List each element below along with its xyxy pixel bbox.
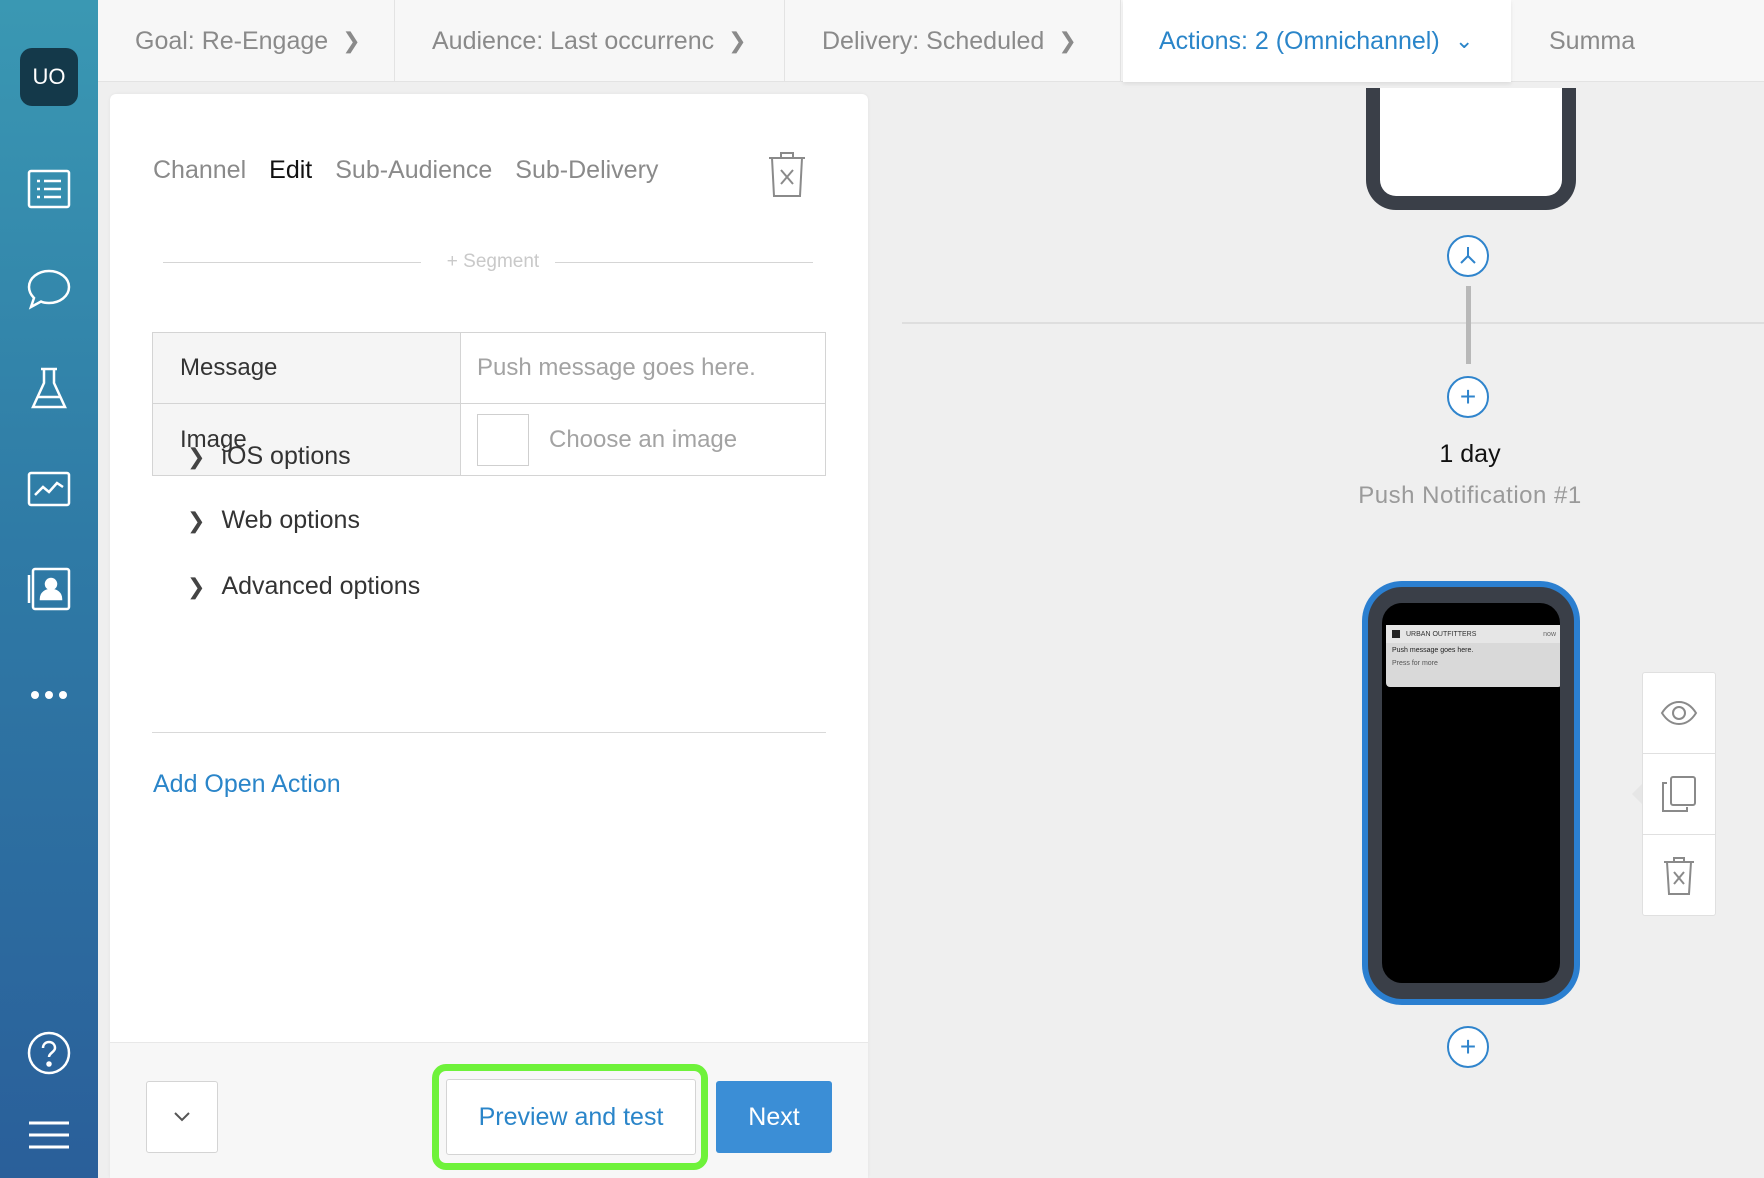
- flask-icon[interactable]: [22, 362, 76, 416]
- subtab-channel[interactable]: Channel: [153, 156, 246, 185]
- chat-bubble-icon[interactable]: [22, 262, 76, 316]
- notif-brand: URBAN OUTFITTERS: [1406, 630, 1477, 638]
- subtab-sub-audience[interactable]: Sub-Audience: [335, 156, 492, 185]
- preview-and-test-button[interactable]: Preview and test: [446, 1079, 696, 1155]
- web-options-toggle[interactable]: ❯ Web options: [187, 506, 360, 535]
- push-notification-preview: URBAN OUTFITTERS now Push message goes h…: [1386, 625, 1560, 687]
- panel-footer: Preview and test Next: [110, 1042, 868, 1178]
- message-label: Message: [153, 333, 461, 403]
- step-tools: [1642, 672, 1716, 916]
- tools-caret: [1632, 784, 1642, 804]
- image-placeholder: Choose an image: [549, 425, 738, 453]
- advanced-options-toggle[interactable]: ❯ Advanced options: [187, 572, 420, 601]
- step-tabs: Goal: Re-Engage ❯ Audience: Last occurre…: [98, 0, 1764, 82]
- notif-message: Push message goes here.: [1392, 647, 1474, 654]
- subtab-sub-delivery[interactable]: Sub-Delivery: [515, 156, 658, 185]
- notification-name: Push Notification #1: [1358, 482, 1582, 509]
- message-row: Message Push message goes here.: [152, 332, 826, 404]
- list-icon[interactable]: [22, 162, 76, 216]
- more-dots-icon[interactable]: [22, 668, 76, 722]
- delete-trash-icon[interactable]: [767, 150, 807, 198]
- advanced-options-label: Advanced options: [221, 572, 421, 600]
- edit-panel: Channel Edit Sub-Audience Sub-Delivery +…: [110, 94, 868, 1178]
- chevron-down-icon: ⌄: [1455, 28, 1474, 53]
- image-thumbnail[interactable]: [477, 413, 529, 466]
- more-actions-dropdown[interactable]: [146, 1081, 218, 1153]
- web-options-label: Web options: [221, 506, 360, 534]
- phone-screen: URBAN OUTFITTERS now Push message goes h…: [1382, 603, 1560, 983]
- tab-summary[interactable]: Summa: [1511, 0, 1764, 82]
- image-picker[interactable]: Choose an image: [461, 404, 825, 475]
- chevron-right-icon: ❯: [728, 28, 747, 53]
- chart-icon[interactable]: [22, 462, 76, 516]
- tab-actions-label: Actions: 2 (Omnichannel): [1159, 26, 1439, 55]
- chevron-right-icon: ❯: [1058, 28, 1077, 53]
- previous-phone-preview[interactable]: [1366, 88, 1576, 210]
- canvas-divider: [902, 322, 1764, 324]
- trash-icon[interactable]: [1643, 835, 1715, 916]
- delay-label: 1 day: [1439, 440, 1501, 468]
- tab-actions[interactable]: Actions: 2 (Omnichannel) ⌄: [1123, 0, 1511, 82]
- avatar[interactable]: UO: [20, 48, 78, 106]
- chevron-down-icon: [174, 1112, 190, 1122]
- segment-divider: + Segment: [163, 251, 813, 275]
- chevron-right-icon: ❯: [187, 443, 206, 469]
- chevron-right-icon: ❯: [342, 28, 361, 53]
- help-icon[interactable]: [22, 1026, 76, 1080]
- add-step-icon[interactable]: +: [1447, 1026, 1489, 1068]
- add-step-icon[interactable]: +: [1447, 376, 1489, 418]
- ios-options-toggle[interactable]: ❯ iOS options: [187, 442, 351, 471]
- add-segment-link[interactable]: + Segment: [433, 251, 553, 273]
- tab-summary-label: Summa: [1549, 26, 1636, 55]
- message-input[interactable]: Push message goes here.: [461, 333, 825, 403]
- app-logo-icon: [1392, 630, 1400, 638]
- add-open-action-link[interactable]: Add Open Action: [153, 770, 341, 799]
- copy-icon[interactable]: [1643, 754, 1715, 835]
- ios-options-label: iOS options: [221, 442, 351, 470]
- divider: [152, 732, 826, 733]
- tab-goal[interactable]: Goal: Re-Engage ❯: [98, 0, 395, 82]
- notif-more: Press for more: [1392, 660, 1438, 667]
- subtab-edit[interactable]: Edit: [269, 156, 312, 185]
- tab-goal-label: Goal: Re-Engage: [135, 26, 329, 55]
- connector-line: [1466, 286, 1471, 364]
- tab-delivery-label: Delivery: Scheduled: [822, 26, 1045, 55]
- tab-audience-label: Audience: Last occurrenc: [432, 26, 715, 55]
- tab-audience[interactable]: Audience: Last occurrenc ❯: [395, 0, 785, 82]
- next-button[interactable]: Next: [716, 1081, 832, 1153]
- phone-preview[interactable]: URBAN OUTFITTERS now Push message goes h…: [1362, 581, 1580, 1005]
- menu-icon[interactable]: [22, 1108, 76, 1162]
- chevron-right-icon: ❯: [187, 573, 206, 599]
- eye-icon[interactable]: [1643, 673, 1715, 754]
- notif-time: now: [1543, 630, 1556, 638]
- panel-subtabs: Channel Edit Sub-Audience Sub-Delivery: [153, 156, 658, 185]
- chevron-right-icon: ❯: [187, 507, 206, 533]
- tab-delivery[interactable]: Delivery: Scheduled ❯: [785, 0, 1121, 82]
- sidebar: UO: [0, 0, 98, 1178]
- split-icon[interactable]: [1447, 235, 1489, 277]
- contact-card-icon[interactable]: [22, 562, 76, 616]
